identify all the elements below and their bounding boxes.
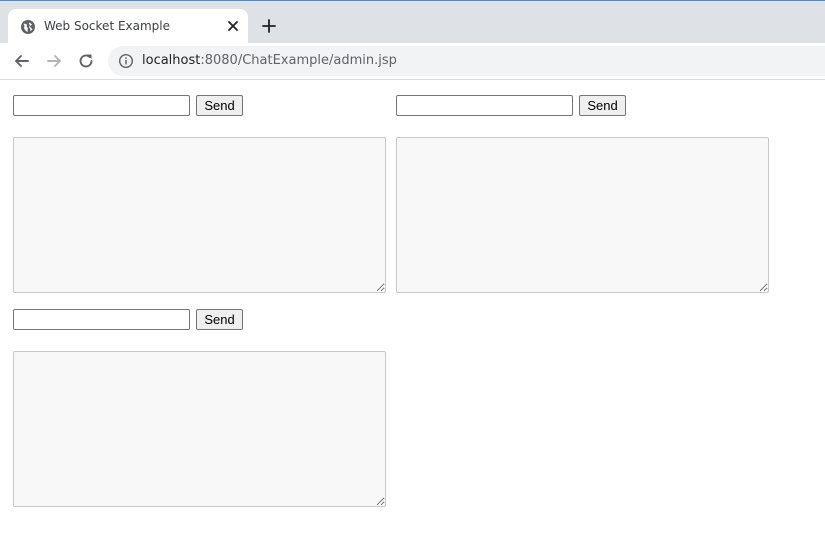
tab-title: Web Socket Example bbox=[44, 19, 171, 33]
browser-toolbar: localhost:8080/ChatExample/admin.jsp bbox=[0, 43, 825, 80]
globe-icon bbox=[21, 20, 35, 34]
tab-strip: Web Socket Example bbox=[0, 0, 825, 44]
new-tab-icon[interactable] bbox=[260, 17, 278, 35]
reload-icon[interactable] bbox=[76, 51, 96, 71]
url-path: :8080/ChatExample/admin.jsp bbox=[200, 53, 397, 68]
close-icon[interactable] bbox=[224, 17, 242, 35]
page-content: Send Send Send bbox=[0, 80, 825, 548]
tab-web-socket-example[interactable]: Web Socket Example bbox=[8, 9, 248, 44]
message-input[interactable] bbox=[13, 95, 190, 116]
url-text[interactable]: localhost:8080/ChatExample/admin.jsp bbox=[142, 53, 397, 68]
chat-log-textarea[interactable] bbox=[13, 351, 386, 507]
url-host: localhost bbox=[142, 53, 201, 68]
forward-arrow-icon[interactable] bbox=[44, 51, 64, 71]
chat-log-textarea[interactable] bbox=[396, 137, 769, 293]
send-button[interactable]: Send bbox=[579, 95, 626, 116]
browser-window: Web Socket Example localhost:8080/ChatEx… bbox=[0, 0, 825, 548]
address-bar[interactable]: localhost:8080/ChatExample/admin.jsp bbox=[108, 46, 825, 76]
send-button[interactable]: Send bbox=[196, 309, 243, 330]
info-icon[interactable] bbox=[118, 53, 134, 69]
chat-log-textarea[interactable] bbox=[13, 137, 386, 293]
send-button[interactable]: Send bbox=[196, 95, 243, 116]
back-arrow-icon[interactable] bbox=[12, 51, 32, 71]
message-input[interactable] bbox=[13, 309, 190, 330]
message-input[interactable] bbox=[396, 95, 573, 116]
